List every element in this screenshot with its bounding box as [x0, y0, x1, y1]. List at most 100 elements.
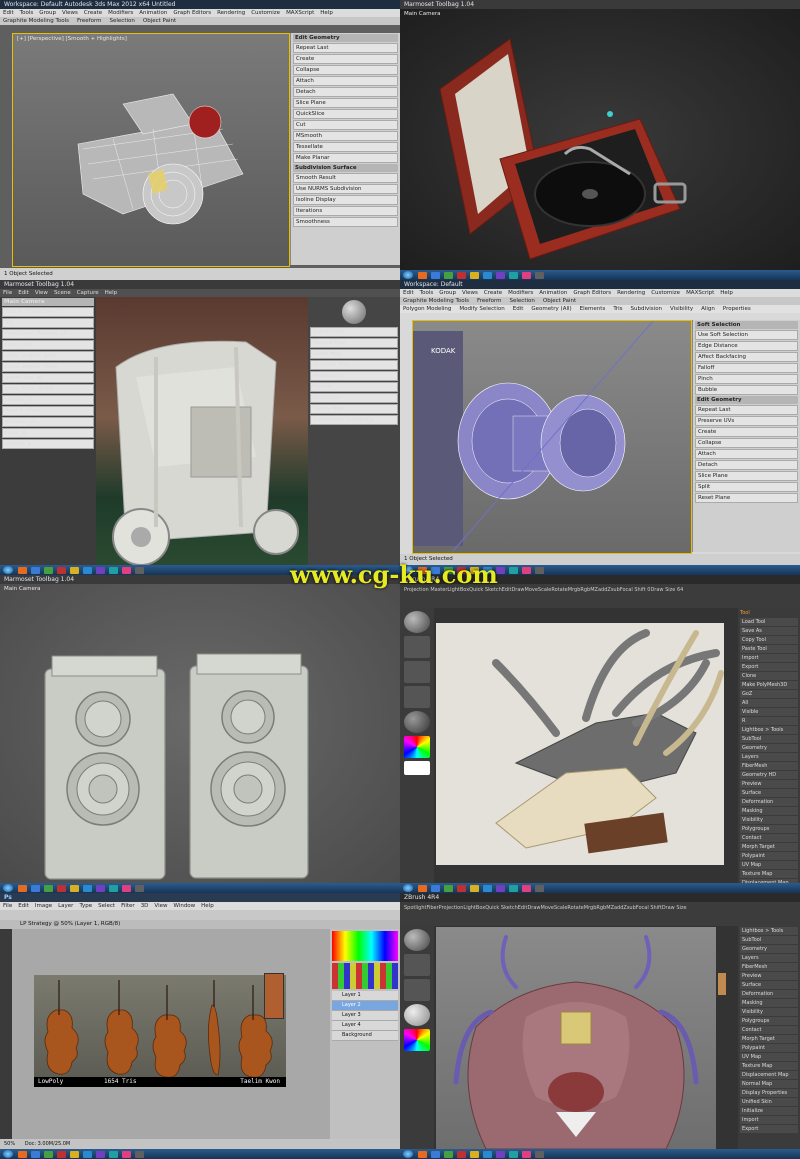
tool-palette-item[interactable]: Export: [740, 663, 798, 671]
command-panel-item[interactable]: Reset Plane: [695, 493, 798, 503]
taskbar-app-icon[interactable]: [431, 271, 440, 279]
taskbar-app-icon[interactable]: [57, 1150, 66, 1158]
material-setting[interactable]: Subdivision: [310, 327, 398, 337]
tool-palette-item[interactable]: Make PolyMesh3D: [740, 681, 798, 689]
material-setting[interactable]: Occlusion: [310, 393, 398, 403]
shelf-button[interactable]: Scale: [538, 587, 551, 593]
layer-row[interactable]: Layer 3: [332, 1011, 398, 1021]
tool-palette-item[interactable]: Deformation: [740, 798, 798, 806]
taskbar-app-icon[interactable]: [496, 1150, 505, 1158]
shelf-button[interactable]: Zadd: [611, 905, 624, 911]
tool-palette-item[interactable]: Polypaint: [740, 852, 798, 860]
command-panel-item[interactable]: Tessellate: [293, 142, 398, 152]
material-setting[interactable]: Fresnel: [310, 382, 398, 392]
taskbar-app-icon[interactable]: [57, 566, 66, 574]
material-setting[interactable]: Gloss Map: [310, 349, 398, 359]
shelf-button[interactable]: Focal Shift: [636, 905, 662, 911]
menu-item[interactable]: Type: [79, 903, 92, 909]
command-panel-item[interactable]: Bubble: [695, 385, 798, 395]
command-panel-item[interactable]: Soft Selection: [695, 321, 798, 329]
material-setting[interactable]: Subsurface Scattering: [310, 415, 398, 425]
command-panel-item[interactable]: Attach: [293, 76, 398, 86]
menu-item[interactable]: Modifiers: [508, 290, 533, 296]
command-panel-item[interactable]: Use NURMS Subdivision: [293, 184, 398, 194]
taskbar-app-icon[interactable]: [31, 1150, 40, 1158]
menu-item[interactable]: Customize: [251, 10, 280, 16]
taskbar-app-icon[interactable]: [44, 1150, 53, 1158]
taskbar-app-icon[interactable]: [83, 1150, 92, 1158]
command-panel-item[interactable]: Iterations: [293, 206, 398, 216]
menu-item[interactable]: Views: [462, 290, 478, 296]
tool-palette-item[interactable]: Masking: [740, 807, 798, 815]
color-picker[interactable]: [404, 1029, 430, 1051]
tool-palette-item[interactable]: Contact: [740, 834, 798, 842]
taskbar-app-icon[interactable]: [522, 566, 531, 574]
menu-item[interactable]: Filter: [121, 903, 135, 909]
tool-palette-item[interactable]: Geometry: [740, 744, 798, 752]
menu-item[interactable]: Rendering: [617, 290, 645, 296]
shelf-button[interactable]: LightBox: [463, 905, 485, 911]
tool-palette-item[interactable]: Morph Target: [740, 1035, 798, 1043]
shelf-button[interactable]: Move: [541, 905, 554, 911]
scene-tree-item[interactable]: cross_front_brake: [2, 384, 94, 394]
menu-item[interactable]: File: [3, 903, 12, 909]
menu-item[interactable]: File: [3, 290, 12, 296]
ribbon-tab[interactable]: Selection: [510, 298, 535, 304]
tool-palette-item[interactable]: Import: [740, 654, 798, 662]
taskbar-app-icon[interactable]: [457, 1150, 466, 1158]
menu-item[interactable]: Rendering: [217, 10, 245, 16]
taskbar-app-icon[interactable]: [470, 1150, 479, 1158]
viewport-rickshaw[interactable]: [96, 297, 308, 565]
command-panel-item[interactable]: MSmooth: [293, 131, 398, 141]
taskbar-app-icon[interactable]: [535, 884, 544, 892]
layer-row[interactable]: Layer 4: [332, 1021, 398, 1031]
menu-item[interactable]: Group: [439, 290, 456, 296]
ribbon-sub-tab[interactable]: Polygon Modeling: [403, 306, 451, 312]
start-button-icon[interactable]: [403, 1150, 413, 1158]
tool-palette-item[interactable]: Surface: [740, 789, 798, 797]
stroke-thumbnail[interactable]: [404, 636, 430, 658]
scene-tree-item[interactable]: tyres_lp: [2, 428, 94, 438]
shelf-button[interactable]: Rgb: [596, 905, 606, 911]
taskbar-app-icon[interactable]: [431, 1150, 440, 1158]
taskbar-app-icon[interactable]: [135, 884, 144, 892]
start-button-icon[interactable]: [3, 1150, 13, 1158]
tool-palette-item[interactable]: Lightbox > Tools: [740, 726, 798, 734]
texture-thumbnail[interactable]: [404, 686, 430, 708]
taskbar-app-icon[interactable]: [96, 1150, 105, 1158]
taskbar-app-icon[interactable]: [522, 271, 531, 279]
material-thumbnail[interactable]: [404, 1004, 430, 1026]
tool-palette-item[interactable]: R: [740, 717, 798, 725]
taskbar-app-icon[interactable]: [418, 1150, 427, 1158]
tool-palette-item[interactable]: SubTool: [740, 735, 798, 743]
tool-palette-item[interactable]: Clone: [740, 672, 798, 680]
start-button-icon[interactable]: [403, 271, 413, 279]
taskbar-app-icon[interactable]: [470, 271, 479, 279]
taskbar-app-icon[interactable]: [83, 884, 92, 892]
tool-palette-item[interactable]: Surface: [740, 981, 798, 989]
menu-item[interactable]: Views: [62, 10, 78, 16]
taskbar-app-icon[interactable]: [18, 1150, 27, 1158]
menu-item[interactable]: Graph Editors: [573, 290, 611, 296]
ribbon-sub-tab[interactable]: Modify Selection: [459, 306, 504, 312]
shelf-button[interactable]: Edit: [502, 587, 512, 593]
brush-thumbnail[interactable]: [404, 611, 430, 633]
command-panel-item[interactable]: Edit Geometry: [293, 34, 398, 42]
command-panel-item[interactable]: Isoline Display: [293, 195, 398, 205]
command-panel-item[interactable]: Subdivision Surface: [293, 164, 398, 172]
zbrush-canvas[interactable]: [436, 623, 724, 865]
tool-palette-item[interactable]: Visible: [740, 708, 798, 716]
command-panel-item[interactable]: Collapse: [695, 438, 798, 448]
scene-tree-item[interactable]: floor_a_cross: [2, 406, 94, 416]
command-panel-item[interactable]: Affect Backfacing: [695, 352, 798, 362]
ribbon-tab[interactable]: Object Paint: [143, 18, 176, 24]
command-panel-item[interactable]: Attach: [695, 449, 798, 459]
shelf-button[interactable]: Zadd: [595, 587, 608, 593]
menu-item[interactable]: Edit: [18, 290, 29, 296]
ribbon-tab[interactable]: Freeform: [77, 18, 102, 24]
brush-thumbnail[interactable]: [404, 929, 430, 951]
command-panel-item[interactable]: Slice Plane: [695, 471, 798, 481]
stroke-thumbnail[interactable]: [404, 954, 430, 976]
tool-palette-item[interactable]: Preview: [740, 972, 798, 980]
shelf-button[interactable]: Draw Size 64: [650, 587, 683, 593]
